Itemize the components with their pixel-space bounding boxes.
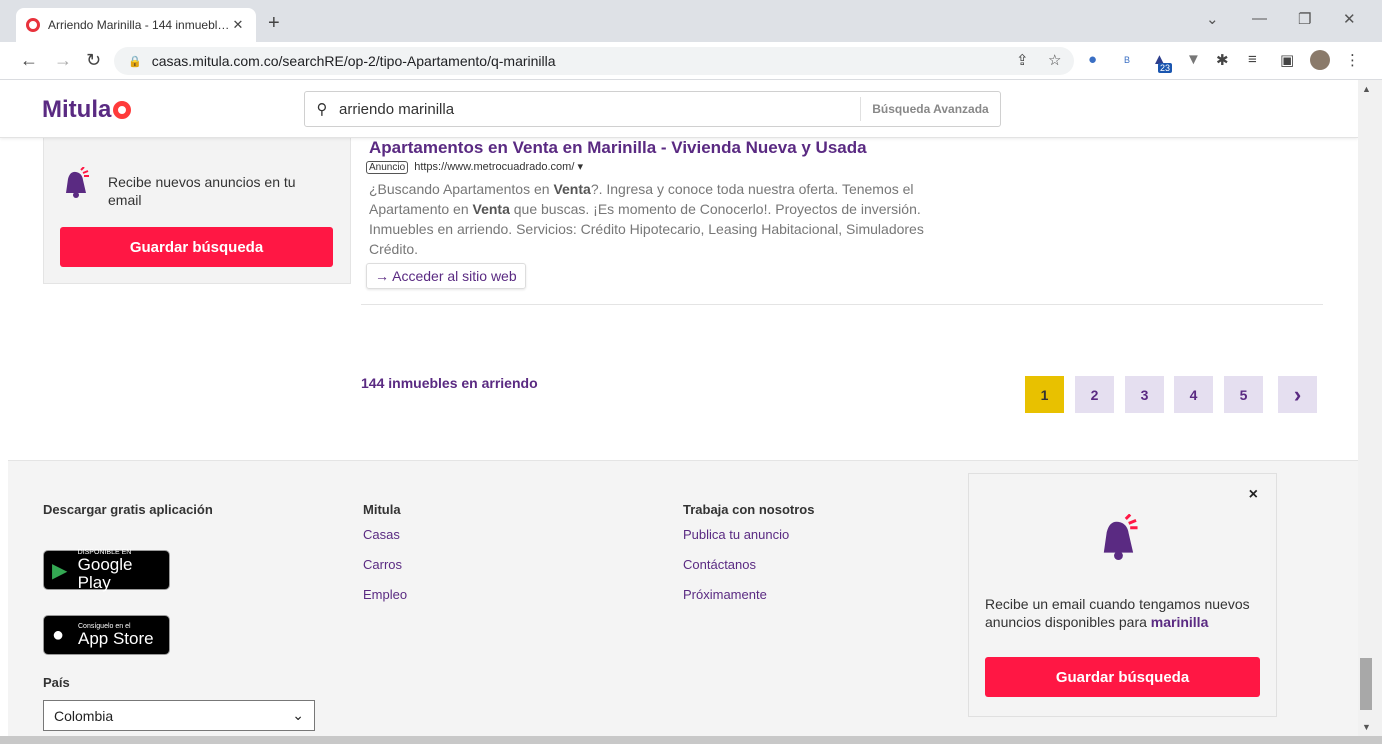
extension-o-icon[interactable]: ● bbox=[1088, 51, 1097, 68]
minimize-icon[interactable]: — bbox=[1252, 10, 1267, 27]
close-icon[interactable]: × bbox=[1249, 486, 1258, 504]
tab-search-icon[interactable]: ⌄ bbox=[1206, 10, 1219, 28]
ad-meta: Anuncio https://www.metrocuadrado.com/ ▾ bbox=[366, 160, 1326, 174]
browser-tab-strip: Arriendo Marinilla - 144 inmuebl… ✕ + ⌄ … bbox=[0, 0, 1382, 42]
url-text: casas.mitula.com.co/searchRE/op-2/tipo-A… bbox=[151, 53, 556, 69]
dropdown-arrow-icon[interactable]: ▾ bbox=[577, 161, 583, 173]
reading-list-icon[interactable]: ≡ bbox=[1248, 51, 1257, 68]
visit-site-button[interactable]: → Acceder al sitio web bbox=[366, 263, 526, 289]
country-label: País bbox=[43, 675, 70, 690]
address-toolbar: ← → ↻ 🔒 casas.mitula.com.co/searchRE/op-… bbox=[0, 42, 1382, 80]
address-bar[interactable]: 🔒 casas.mitula.com.co/searchRE/op-2/tipo… bbox=[114, 47, 1074, 75]
site-header: Mitula ⚲ arriendo marinilla Búsqueda Ava… bbox=[0, 80, 1358, 138]
extensions-puzzle-icon[interactable]: ✱ bbox=[1216, 51, 1229, 69]
back-icon[interactable]: ← bbox=[20, 50, 38, 71]
scroll-up-icon[interactable]: ▲ bbox=[1362, 84, 1371, 94]
extension-b-icon[interactable]: B bbox=[1124, 55, 1130, 65]
extension-badge: 23 bbox=[1158, 63, 1173, 73]
extension-v-icon[interactable]: ▼ bbox=[1186, 51, 1201, 68]
ad-tag: Anuncio bbox=[366, 161, 409, 174]
mitula-logo[interactable]: Mitula bbox=[42, 96, 132, 124]
country-select[interactable]: Colombia ⌄ bbox=[43, 700, 315, 731]
popup-message: Recibe un email cuando tengamos nuevos a… bbox=[985, 596, 1250, 630]
logo-text: Mitula bbox=[42, 96, 112, 123]
work-column-title: Trabaja con nosotros bbox=[683, 502, 815, 517]
advanced-search-link[interactable]: Búsqueda Avanzada bbox=[860, 97, 1000, 121]
tab-title: Arriendo Marinilla - 144 inmuebl… bbox=[48, 18, 230, 32]
country-value: Colombia bbox=[54, 707, 114, 724]
profile-avatar[interactable] bbox=[1310, 50, 1330, 70]
footer-link-proximamente[interactable]: Próximamente bbox=[683, 587, 767, 602]
page-1-button[interactable]: 1 bbox=[1025, 376, 1064, 413]
search-icon: ⚲ bbox=[316, 101, 328, 118]
browser-tab[interactable]: Arriendo Marinilla - 144 inmuebl… ✕ bbox=[16, 8, 256, 42]
divider bbox=[361, 304, 1323, 305]
close-window-icon[interactable]: ✕ bbox=[1343, 10, 1356, 28]
lock-icon: 🔒 bbox=[128, 55, 142, 68]
page-3-button[interactable]: 3 bbox=[1125, 376, 1164, 413]
alert-text: Recibe nuevos anuncios en tu email bbox=[108, 174, 296, 208]
google-play-icon: ▶ bbox=[52, 559, 68, 582]
search-input[interactable]: arriendo marinilla bbox=[339, 101, 860, 118]
ad-description: ¿Buscando Apartamentos en Venta?. Ingres… bbox=[369, 181, 924, 257]
site-favicon-icon bbox=[26, 18, 40, 32]
restore-icon[interactable]: ❐ bbox=[1298, 10, 1311, 28]
menu-kebab-icon[interactable]: ⋮ bbox=[1345, 51, 1360, 69]
chevron-down-icon: ⌄ bbox=[292, 707, 304, 723]
email-alert-popup: × Recibe un email cuando tengamos nuevos… bbox=[968, 473, 1277, 717]
footer-link-contactanos[interactable]: Contáctanos bbox=[683, 557, 756, 572]
footer-link-publica[interactable]: Publica tu anuncio bbox=[683, 527, 789, 542]
app-store-badge[interactable]: ● Consíguelo en el App Store bbox=[43, 615, 170, 655]
share-icon[interactable]: ⇪ bbox=[1016, 51, 1029, 69]
results-count: 144 inmuebles en arriendo bbox=[361, 375, 538, 391]
save-search-button[interactable]: Guardar búsqueda bbox=[60, 227, 333, 267]
page-2-button[interactable]: 2 bbox=[1075, 376, 1114, 413]
horizontal-scrollbar[interactable] bbox=[0, 736, 1382, 744]
vertical-scrollbar[interactable]: ▲ ▼ bbox=[1358, 80, 1382, 736]
bell-icon bbox=[66, 167, 89, 198]
ad-url[interactable]: https://www.metrocuadrado.com/ bbox=[414, 161, 574, 173]
bell-icon bbox=[1103, 514, 1138, 560]
mitula-column-title: Mitula bbox=[363, 502, 401, 517]
footer-link-empleo[interactable]: Empleo bbox=[363, 587, 407, 602]
forward-icon[interactable]: → bbox=[54, 50, 72, 71]
download-app-title: Descargar gratis aplicación bbox=[43, 502, 213, 517]
search-box[interactable]: ⚲ arriendo marinilla Búsqueda Avanzada bbox=[304, 91, 1001, 127]
ad-title[interactable]: Apartamentos en Venta en Marinilla - Viv… bbox=[369, 138, 1326, 158]
page-5-button[interactable]: 5 bbox=[1224, 376, 1263, 413]
scrollbar-thumb[interactable] bbox=[1360, 658, 1372, 710]
sponsored-ad: Apartamentos en Venta en Marinilla - Viv… bbox=[366, 138, 1326, 289]
footer-link-carros[interactable]: Carros bbox=[363, 557, 402, 572]
close-tab-icon[interactable]: ✕ bbox=[230, 17, 246, 33]
web-page: Mitula ⚲ arriendo marinilla Búsqueda Ava… bbox=[0, 80, 1358, 736]
side-panel-icon[interactable]: ▣ bbox=[1280, 51, 1294, 69]
scroll-down-icon[interactable]: ▼ bbox=[1362, 722, 1371, 732]
popup-save-search-button[interactable]: Guardar búsqueda bbox=[985, 657, 1260, 697]
apple-icon: ● bbox=[52, 623, 65, 646]
page-4-button[interactable]: 4 bbox=[1174, 376, 1213, 413]
footer-link-casas[interactable]: Casas bbox=[363, 527, 400, 542]
logo-ring-icon bbox=[113, 101, 132, 119]
next-page-button[interactable]: › bbox=[1278, 376, 1317, 413]
reload-icon[interactable]: ↻ bbox=[86, 50, 101, 71]
google-play-badge[interactable]: ▶ DISPONIBLE EN Google Play bbox=[43, 549, 170, 591]
site-footer: Descargar gratis aplicación ▶ DISPONIBLE… bbox=[8, 460, 1358, 736]
new-tab-icon[interactable]: + bbox=[268, 12, 280, 35]
save-search-alert-box: Recibe nuevos anuncios en tu email Guard… bbox=[43, 136, 351, 284]
bookmark-star-icon[interactable]: ☆ bbox=[1048, 51, 1061, 69]
